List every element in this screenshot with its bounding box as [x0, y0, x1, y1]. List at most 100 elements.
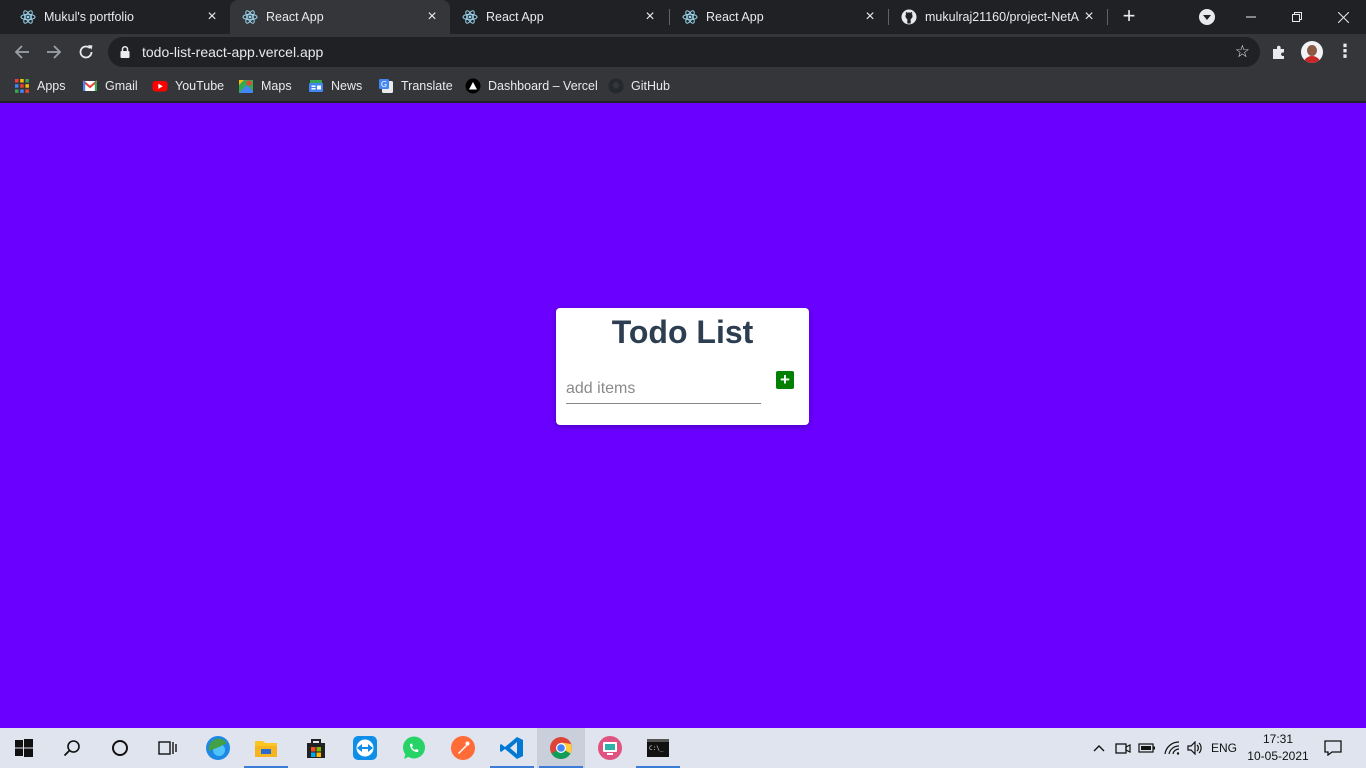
bookmark-label: YouTube	[175, 79, 225, 93]
profile-avatar[interactable]	[1301, 41, 1323, 63]
translate-icon: G	[379, 79, 393, 93]
svg-text:G: G	[381, 80, 387, 89]
start-icon	[15, 739, 33, 757]
terminal-app[interactable]: C:\_	[634, 728, 682, 768]
new-tab-button[interactable]: +	[1119, 5, 1139, 27]
url-text: todo-list-react-app.vercel.app	[142, 44, 324, 60]
notification-center-button[interactable]	[1318, 728, 1348, 768]
clock[interactable]: 17:31 10-05-2021	[1242, 731, 1314, 765]
todo-card: Todo List +	[556, 308, 809, 425]
bookmark-github[interactable]: GitHub	[608, 77, 670, 95]
search-button[interactable]	[48, 728, 96, 768]
store-app[interactable]	[292, 728, 340, 768]
restore-button[interactable]	[1274, 0, 1320, 34]
page-title: Todo List	[611, 314, 754, 350]
teamviewer-icon	[353, 736, 377, 760]
reload-button[interactable]	[74, 40, 98, 64]
meet-now-icon	[1115, 743, 1131, 754]
chrome-icon	[550, 737, 572, 759]
vercel-icon	[465, 78, 481, 94]
chrome-app[interactable]	[537, 728, 585, 768]
close-tab-icon[interactable]: ×	[642, 9, 658, 25]
bookmark-youtube[interactable]: YouTube	[152, 77, 224, 95]
address-bar[interactable]: todo-list-react-app.vercel.app ☆	[108, 37, 1260, 67]
bookmark-maps[interactable]: Maps	[238, 77, 292, 95]
react-icon	[462, 10, 478, 24]
menu-kebab-icon[interactable]: ⋮	[1336, 42, 1354, 62]
svg-text:C:\_: C:\_	[649, 745, 664, 752]
close-window-icon	[1337, 11, 1349, 23]
bookmark-label: Maps	[261, 79, 292, 93]
show-hidden-icons-button[interactable]	[1088, 728, 1110, 768]
lock-icon	[120, 45, 130, 58]
close-tab-icon[interactable]: ×	[862, 9, 878, 25]
add-item-button[interactable]: +	[776, 371, 794, 389]
store-icon	[307, 739, 325, 758]
battery-icon	[1138, 743, 1155, 753]
whatsapp-icon	[403, 736, 425, 759]
postman-icon	[451, 736, 475, 760]
bookmark-vercel[interactable]: Dashboard – Vercel	[465, 77, 598, 95]
file-explorer-icon	[255, 741, 277, 757]
avatar-shirt	[1303, 56, 1321, 63]
tab-1[interactable]: Mukul's portfolio ×	[8, 0, 230, 34]
task-view-icon	[158, 741, 177, 755]
tab-4[interactable]: React App ×	[670, 0, 888, 34]
browser-toolbar: todo-list-react-app.vercel.app ☆ ⋮	[0, 34, 1366, 70]
teamviewer-app[interactable]	[341, 728, 389, 768]
bookmark-news[interactable]: News	[308, 77, 362, 95]
extensions-puzzle-icon[interactable]	[1270, 44, 1288, 62]
tab-3[interactable]: React App ×	[450, 0, 668, 34]
bookmark-label: Apps	[37, 79, 66, 93]
tab-title: React App	[706, 10, 764, 24]
back-arrow-icon	[14, 45, 29, 59]
tab-2-active[interactable]: React App ×	[230, 0, 450, 34]
close-tab-icon[interactable]: ×	[204, 9, 220, 25]
whatsapp-app[interactable]	[390, 728, 438, 768]
bookmark-label: News	[331, 79, 363, 93]
tab-5[interactable]: mukulraj21160/project-NetA ×	[889, 0, 1107, 34]
bookmark-star-icon[interactable]: ☆	[1235, 43, 1250, 60]
clock-time: 17:31	[1262, 732, 1294, 746]
wifi-button[interactable]	[1160, 728, 1184, 768]
task-view-button[interactable]	[144, 728, 192, 768]
bookmark-translate[interactable]: G Translate	[378, 77, 453, 95]
forward-button[interactable]	[42, 40, 66, 64]
postman-app[interactable]	[439, 728, 487, 768]
bookmark-gmail[interactable]: Gmail	[82, 77, 138, 95]
tab-title: React App	[486, 10, 544, 24]
search-icon	[63, 740, 80, 757]
language-indicator[interactable]: ENG	[1208, 728, 1240, 768]
meet-now-button[interactable]	[1112, 728, 1134, 768]
close-tab-icon[interactable]: ×	[1081, 9, 1097, 25]
edge-icon	[206, 736, 230, 760]
edge-app[interactable]	[194, 728, 242, 768]
cortana-icon	[112, 740, 128, 756]
volume-icon	[1187, 741, 1202, 755]
bookmark-label: Dashboard – Vercel	[488, 79, 598, 93]
battery-button[interactable]	[1136, 728, 1158, 768]
close-tab-icon[interactable]: ×	[424, 9, 440, 25]
minimize-button[interactable]	[1228, 0, 1274, 34]
back-button[interactable]	[10, 40, 34, 64]
reload-icon	[79, 45, 93, 59]
screen-app[interactable]	[586, 728, 634, 768]
tab-separator	[1107, 9, 1108, 25]
close-window-button[interactable]	[1320, 0, 1366, 34]
windows-taskbar: C:\_ ENG 17:31 10-05-2021	[0, 728, 1366, 768]
react-icon	[20, 10, 36, 24]
wifi-icon	[1164, 741, 1180, 755]
volume-button[interactable]	[1184, 728, 1206, 768]
vscode-app[interactable]	[488, 728, 536, 768]
file-explorer-app[interactable]	[242, 728, 290, 768]
add-item-input[interactable]	[566, 374, 761, 404]
forward-arrow-icon	[47, 45, 62, 59]
cortana-button[interactable]	[96, 728, 144, 768]
youtube-icon	[152, 81, 168, 92]
tab-search-icon[interactable]	[1199, 9, 1215, 25]
bookmark-apps[interactable]: Apps	[14, 77, 66, 95]
bookmark-label: GitHub	[631, 79, 670, 93]
github-icon	[901, 9, 917, 25]
page-viewport: Todo List +	[0, 103, 1366, 728]
start-button[interactable]	[0, 728, 48, 768]
